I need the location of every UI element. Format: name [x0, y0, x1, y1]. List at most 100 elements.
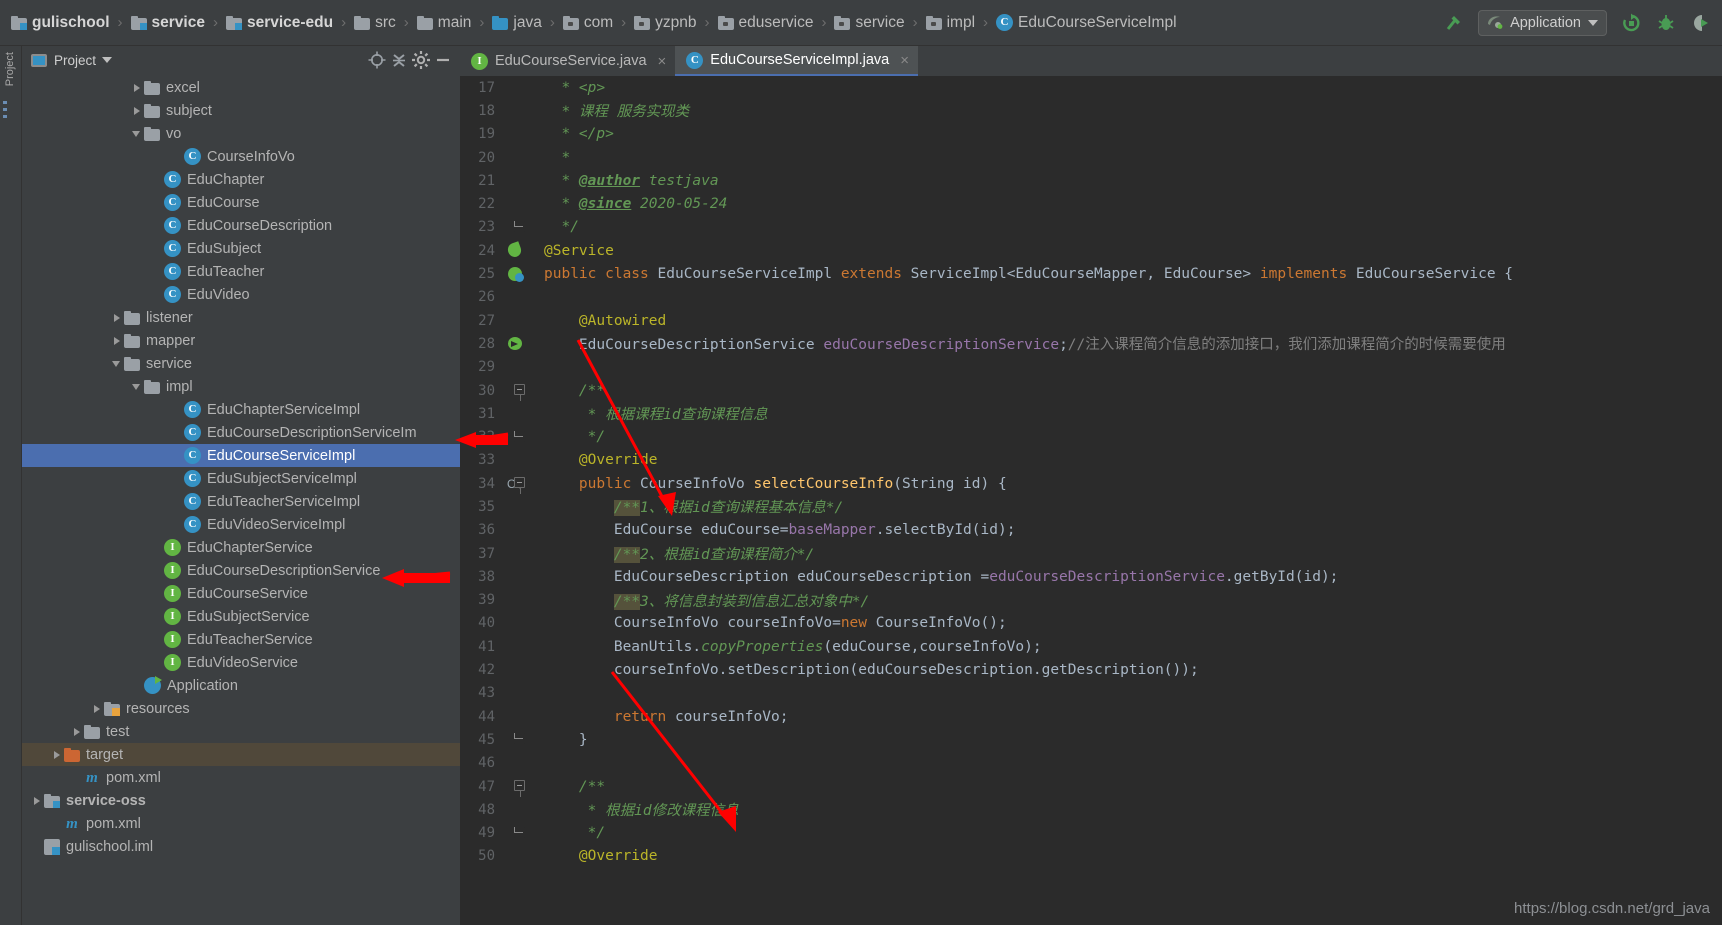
tree-item-eduteacherservice[interactable]: I EduTeacherService [22, 628, 460, 651]
chevron-right-icon[interactable] [110, 334, 124, 348]
run-with-coverage-icon[interactable] [1690, 12, 1712, 34]
tree-item-eduteacherserviceimpl[interactable]: C EduTeacherServiceImpl [22, 490, 460, 513]
tree-item-educoursedescriptionserviceim[interactable]: C EduCourseDescriptionServiceIm [22, 421, 460, 444]
chevron-down-icon[interactable] [1588, 19, 1598, 26]
locate-icon[interactable] [366, 49, 388, 71]
editor-tab-educourseserviceimpl-java[interactable]: C EduCourseServiceImpl.java × [675, 46, 918, 76]
editor-tab-educourseservice-java[interactable]: I EduCourseService.java × [460, 46, 676, 76]
tree-item-educoursedescription[interactable]: C EduCourseDescription [22, 214, 460, 237]
tree-item-eduteacher[interactable]: C EduTeacher [22, 260, 460, 283]
code-line: 31 * 根据课程id查询课程信息 [460, 402, 1722, 425]
hide-icon[interactable] [432, 49, 454, 71]
tree-item-application[interactable]: Application [22, 674, 460, 697]
breadcrumb-item-eduservice[interactable]: eduservice [715, 8, 817, 38]
code-text: @Service [532, 243, 614, 259]
chevron-down-icon[interactable] [130, 380, 144, 394]
tree-item-pom-xml[interactable]: m pom.xml [22, 812, 460, 835]
tree-item-target[interactable]: target [22, 743, 460, 766]
line-number: 43 [478, 685, 495, 702]
breadcrumb-item-educourseserviceimpl[interactable]: C EduCourseServiceImpl [993, 8, 1180, 38]
close-icon[interactable]: × [896, 52, 909, 69]
package-folder-icon [634, 15, 651, 30]
tree-item-eduvideoserviceimpl[interactable]: C EduVideoServiceImpl [22, 513, 460, 536]
tree-item-impl[interactable]: impl [22, 375, 460, 398]
tree-item-resources[interactable]: resources [22, 697, 460, 720]
tree-item-service-oss[interactable]: service-oss [22, 789, 460, 812]
tree-item-test[interactable]: test [22, 720, 460, 743]
tree-item-eduvideoservice[interactable]: I EduVideoService [22, 651, 460, 674]
chevron-right-icon[interactable] [130, 104, 144, 118]
module-icon [11, 15, 27, 30]
settings-gear-icon[interactable] [410, 49, 432, 71]
tree-item-educhapter[interactable]: C EduChapter [22, 168, 460, 191]
tree-item-educourse[interactable]: C EduCourse [22, 191, 460, 214]
tree-item-educhapterservice[interactable]: I EduChapterService [22, 536, 460, 559]
chevron-right-icon[interactable] [130, 81, 144, 95]
tree-item-label: EduTeacher [187, 263, 265, 280]
watermark-text: https://blog.csdn.net/grd_java [1514, 900, 1710, 917]
code-token: EduCourseDescription eduCourseDescriptio… [544, 568, 990, 585]
code-editor[interactable]: 17 * <p> 18 * 课程 服务实现类 19 * </p> 20 * 21 * @… [460, 76, 1722, 925]
tree-item-courseinfovo[interactable]: C CourseInfoVo [22, 145, 460, 168]
breadcrumb-item-src[interactable]: src [351, 8, 399, 38]
breadcrumb-item-gulischool[interactable]: gulischool [8, 8, 113, 38]
tree-item-edusubject[interactable]: C EduSubject [22, 237, 460, 260]
tree-item-edusubjectservice[interactable]: I EduSubjectService [22, 605, 460, 628]
sidebar-item-project[interactable]: Project [4, 52, 16, 86]
code-line: 38 EduCourseDescription eduCourseDescrip… [460, 565, 1722, 588]
code-line: 43 [460, 682, 1722, 705]
tree-item-excel[interactable]: excel [22, 76, 460, 99]
chevron-down-icon[interactable] [102, 57, 113, 63]
breadcrumb-item-main[interactable]: main [414, 8, 475, 38]
bean-leaf-icon[interactable] [502, 239, 532, 262]
tree-item-educoursedescriptionservice[interactable]: I EduCourseDescriptionService [22, 559, 460, 582]
chevron-right-icon[interactable] [110, 311, 124, 325]
code-text: * @since 2020-05-24 [532, 196, 727, 212]
collapse-all-icon[interactable] [388, 49, 410, 71]
debug-icon[interactable] [1655, 12, 1677, 34]
breadcrumb-item-yzpnb[interactable]: yzpnb [631, 8, 699, 38]
spring-class-icon[interactable] [502, 263, 532, 286]
breadcrumb-item-java[interactable]: java [489, 8, 544, 38]
chevron-down-icon[interactable] [110, 357, 124, 371]
chevron-right-icon[interactable] [70, 725, 84, 739]
hammer-icon[interactable] [1443, 12, 1465, 34]
autowire-icon[interactable] [502, 332, 532, 355]
tree-item-educourseservice[interactable]: I EduCourseService [22, 582, 460, 605]
project-tree[interactable]: excel subject vo C CourseInfoVo C EduChapter C E… [22, 74, 460, 925]
run-configuration-selector[interactable]: Application [1478, 9, 1607, 36]
package-folder-icon [717, 15, 734, 30]
close-icon[interactable]: × [654, 53, 667, 70]
tree-item-educourseserviceimpl[interactable]: C EduCourseServiceImpl [22, 444, 460, 467]
breadcrumb-item-com[interactable]: com [560, 8, 616, 38]
run-icon[interactable] [1620, 12, 1642, 34]
tree-item-pom-xml[interactable]: m pom.xml [22, 766, 460, 789]
tree-item-subject[interactable]: subject [22, 99, 460, 122]
breadcrumb-item-service[interactable]: service [128, 8, 208, 38]
chevron-right-icon[interactable] [90, 702, 104, 716]
code-token: * <p> [544, 79, 606, 96]
interface-icon: I [164, 654, 181, 671]
breadcrumb-item-impl[interactable]: impl [923, 8, 978, 38]
tree-item-gulischool-iml[interactable]: gulischool.iml [22, 835, 460, 858]
code-token: */ [544, 825, 606, 842]
editor-tab-bar: I EduCourseService.java × C EduCourseService… [460, 46, 1722, 76]
tree-item-vo[interactable]: vo [22, 122, 460, 145]
tree-item-eduvideo[interactable]: C EduVideo [22, 283, 460, 306]
tree-item-edusubjectserviceimpl[interactable]: C EduSubjectServiceImpl [22, 467, 460, 490]
chevron-right-icon[interactable] [50, 748, 64, 762]
chevron-down-icon[interactable] [130, 127, 144, 141]
breadcrumb-item-service-edu[interactable]: service-edu [223, 8, 336, 38]
tree-item-service[interactable]: service [22, 352, 460, 375]
override-icon[interactable]: O↑ [502, 472, 532, 495]
tree-item-listener[interactable]: listener [22, 306, 460, 329]
tree-item-educhapterserviceimpl[interactable]: C EduChapterServiceImpl [22, 398, 460, 421]
breadcrumb-item-service[interactable]: service [831, 8, 907, 38]
tree-item-label: EduChapterServiceImpl [207, 401, 361, 418]
chevron-right-icon[interactable] [30, 794, 44, 808]
line-number: 36 [478, 522, 495, 539]
tree-item-mapper[interactable]: mapper [22, 329, 460, 352]
